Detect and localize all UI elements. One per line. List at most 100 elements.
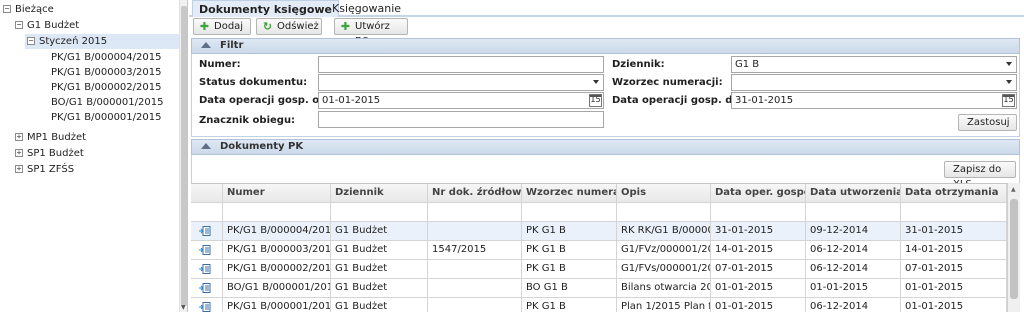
table-row[interactable]: PK/G1 B/000003/2015 G1 Budżet 1547/2015 PK … (191, 241, 1007, 260)
table-cell: PK/G1 B/000004/2015 (223, 222, 331, 240)
refresh-icon: ↻ (262, 20, 273, 33)
expand-toggle[interactable]: + (15, 165, 23, 173)
tree-scrollbar[interactable]: ▼ (179, 0, 187, 312)
open-document-icon[interactable] (191, 279, 223, 297)
grid-filter-cell[interactable] (901, 203, 1007, 221)
znacznik-input[interactable] (318, 111, 604, 128)
dziennik-select[interactable]: G1 B (731, 56, 1017, 73)
grid-filter-row[interactable] (191, 203, 1007, 222)
expand-toggle[interactable]: + (15, 133, 23, 141)
tree-node-sp1-budget[interactable]: SP1 Budżet (27, 146, 84, 161)
tree-node-g1-budget[interactable]: G1 Budżet (27, 18, 79, 33)
table-cell (428, 279, 522, 297)
create-bo-button[interactable]: ✚ Utwórz BO (334, 18, 408, 47)
add-button[interactable]: ✚ Dodaj (193, 18, 251, 35)
numer-input[interactable] (318, 56, 604, 73)
open-document-icon[interactable] (191, 298, 223, 312)
grid-filter-cell[interactable] (711, 203, 806, 221)
column-header[interactable]: Opis (617, 184, 711, 202)
open-document-icon[interactable] (191, 241, 223, 259)
tab-dokumenty-ksiegowe[interactable]: Dokumenty księgowe (192, 0, 339, 17)
open-document-icon[interactable] (191, 260, 223, 278)
wzorzec-select[interactable] (731, 74, 1017, 91)
column-header[interactable]: Data oper. gospodarczej (711, 184, 806, 202)
main-area: Dokumenty księgowe Księgowanie ✚ Dodaj ↻… (189, 0, 1024, 312)
tree-node-document[interactable]: BO/G1 B/000001/2015 (51, 95, 163, 110)
table-row[interactable]: PK/G1 B/000002/2015 G1 Budżet PK G1 B G1/FV… (191, 260, 1007, 279)
refresh-button-label: Odśwież (277, 21, 319, 32)
column-header[interactable]: Nr dok. źródłowego (428, 184, 522, 202)
table-cell: RK RK/G1 B/000001 (617, 222, 711, 240)
grid-filter-cell[interactable] (428, 203, 522, 221)
column-header[interactable]: Wzorzec numeracji (522, 184, 617, 202)
column-header[interactable]: Data otrzymania (901, 184, 1007, 202)
collapse-toggle[interactable]: − (27, 37, 35, 45)
dropdown-arrow-icon (1006, 62, 1012, 66)
table-cell: 07-01-2015 (711, 260, 806, 278)
table-cell: BO/G1 B/000001/2015 (223, 279, 331, 297)
dziennik-value: G1 B (735, 59, 760, 70)
data-od-input[interactable]: 01-01-2015 15 (318, 92, 604, 109)
expand-toggle[interactable]: + (15, 149, 23, 157)
collapse-toggle[interactable]: − (15, 21, 23, 29)
table-cell: PK/G1 B/000003/2015 (223, 241, 331, 259)
table-cell: 14-01-2015 (901, 241, 1007, 259)
filter-panel-header[interactable]: Filtr (191, 38, 1020, 54)
add-button-label: Dodaj (214, 21, 244, 32)
table-cell: G1 Budżet (331, 260, 428, 278)
grid-scrollbar[interactable]: ▲ (1007, 183, 1020, 312)
apply-button[interactable]: Zastosuj (958, 114, 1017, 131)
table-cell: 09-12-2014 (806, 222, 901, 240)
table-cell: 06-12-2014 (806, 260, 901, 278)
tree-node-mp1-budget[interactable]: MP1 Budżet (27, 130, 86, 145)
open-document-icon[interactable] (191, 222, 223, 240)
table-cell: 01-01-2015 (711, 298, 806, 312)
tab-ksiegowanie[interactable]: Księgowanie (326, 0, 407, 17)
tree-node-sp1-zfss[interactable]: SP1 ZFŚS (27, 162, 74, 177)
grid-filter-cell[interactable] (522, 203, 617, 221)
table-row[interactable]: PK/G1 B/000001/2015 G1 Budżet PK G1 B Plan … (191, 298, 1007, 312)
grid-filter-cell[interactable] (331, 203, 428, 221)
grid-filter-cell[interactable] (191, 203, 223, 221)
tree-node-document[interactable]: PK/G1 B/000003/2015 (51, 65, 161, 80)
scrollbar-thumb[interactable] (181, 6, 187, 306)
collapse-icon[interactable] (201, 42, 211, 48)
grid-filter-cell[interactable] (223, 203, 331, 221)
table-row[interactable]: PK/G1 B/000004/2015 G1 Budżet PK G1 B RK RK… (191, 222, 1007, 241)
column-header[interactable]: Numer (223, 184, 331, 202)
grid-filter-cell[interactable] (617, 203, 711, 221)
scroll-up-icon[interactable]: ▲ (1011, 186, 1016, 193)
collapse-toggle[interactable]: − (3, 5, 11, 13)
table-cell: 01-01-2015 (901, 298, 1007, 312)
tree-node-document[interactable]: PK/G1 B/000004/2015 (51, 50, 161, 65)
calendar-icon[interactable]: 15 (589, 94, 602, 107)
table-cell: 01-01-2015 (901, 279, 1007, 297)
data-od-value: 01-01-2015 (322, 95, 381, 106)
numer-label: Numer: (199, 59, 241, 70)
tab-bar: Dokumenty księgowe Księgowanie (189, 0, 1024, 17)
status-select[interactable] (318, 74, 604, 91)
toolbar: ✚ Dodaj ↻ Odśwież ✚ Utwórz BO (189, 17, 1024, 47)
refresh-button[interactable]: ↻ Odśwież (256, 18, 322, 35)
status-label: Status dokumentu: (199, 77, 308, 88)
documents-panel-header[interactable]: Dokumenty PK (191, 139, 1020, 155)
apply-button-label: Zastosuj (967, 117, 1010, 128)
tree-node-document[interactable]: PK/G1 B/000002/2015 (51, 80, 161, 95)
calendar-icon[interactable]: 15 (1002, 94, 1015, 107)
column-header[interactable]: Dziennik (331, 184, 428, 202)
tree-node-document[interactable]: PK/G1 B/000001/2015 (51, 110, 161, 125)
column-header[interactable]: Data utworzenia (806, 184, 901, 202)
grid-filter-cell[interactable] (806, 203, 901, 221)
tree-node-root[interactable]: Bieżące (15, 2, 54, 17)
navigation-tree: − Bieżące − G1 Budżet − Styczeń 2015 PK/… (0, 0, 188, 312)
data-do-input[interactable]: 31-01-2015 15 (731, 92, 1017, 109)
tree-node-month[interactable]: Styczeń 2015 (39, 34, 107, 49)
table-cell: G1/FVz/000001/201 (617, 241, 711, 259)
table-row[interactable]: BO/G1 B/000001/2015 G1 Budżet BO G1 B Bilan… (191, 279, 1007, 298)
scrollbar-thumb[interactable] (1010, 199, 1018, 299)
table-cell: PK G1 B (522, 222, 617, 240)
export-xls-button[interactable]: Zapisz do XLS (944, 161, 1016, 190)
scroll-down-icon[interactable]: ▼ (181, 304, 186, 311)
table-cell: 01-01-2015 (806, 279, 901, 297)
collapse-icon[interactable] (201, 143, 211, 149)
